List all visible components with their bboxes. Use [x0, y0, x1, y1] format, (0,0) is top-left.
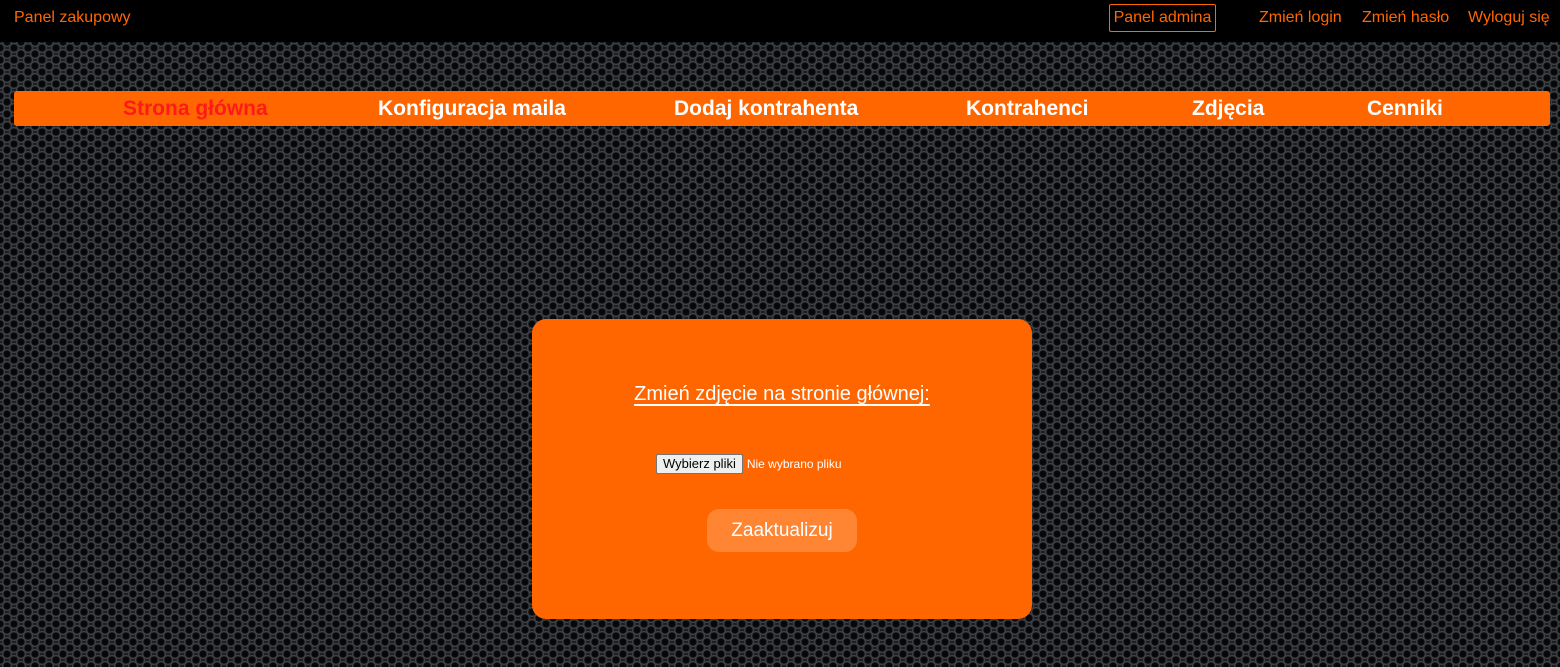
- logout-link[interactable]: Wyloguj się: [1468, 9, 1550, 27]
- upload-form-title: Zmień zdjęcie na stronie głównej:: [532, 383, 1032, 406]
- upload-form-card: Zmień zdjęcie na stronie głównej: Wybier…: [532, 319, 1032, 619]
- nav-item-mail-config[interactable]: Konfiguracja maila: [378, 97, 566, 121]
- change-login-link[interactable]: Zmień login: [1259, 9, 1342, 27]
- nav-item-price-lists[interactable]: Cenniki: [1367, 97, 1443, 121]
- main-nav: Strona główna Konfiguracja maila Dodaj k…: [14, 91, 1550, 126]
- admin-panel-button[interactable]: Panel admina: [1109, 4, 1216, 32]
- file-status-text: Nie wybrano pliku: [746, 457, 842, 471]
- file-input: Wybierz pliki Nie wybrano pliku: [656, 454, 842, 474]
- change-password-link[interactable]: Zmień hasło: [1362, 9, 1449, 27]
- brand-link[interactable]: Panel zakupowy: [14, 9, 131, 27]
- nav-item-home[interactable]: Strona główna: [123, 97, 268, 121]
- nav-item-photos[interactable]: Zdjęcia: [1192, 97, 1264, 121]
- nav-item-contractors[interactable]: Kontrahenci: [966, 97, 1089, 121]
- upload-form-title-text: Zmień zdjęcie na stronie głównej:: [634, 383, 930, 405]
- update-button[interactable]: Zaaktualizuj: [707, 509, 857, 552]
- top-bar: Panel zakupowy Panel admina Zmień login …: [0, 0, 1560, 42]
- nav-item-add-contractor[interactable]: Dodaj kontrahenta: [674, 97, 858, 121]
- choose-files-button[interactable]: Wybierz pliki: [656, 454, 743, 474]
